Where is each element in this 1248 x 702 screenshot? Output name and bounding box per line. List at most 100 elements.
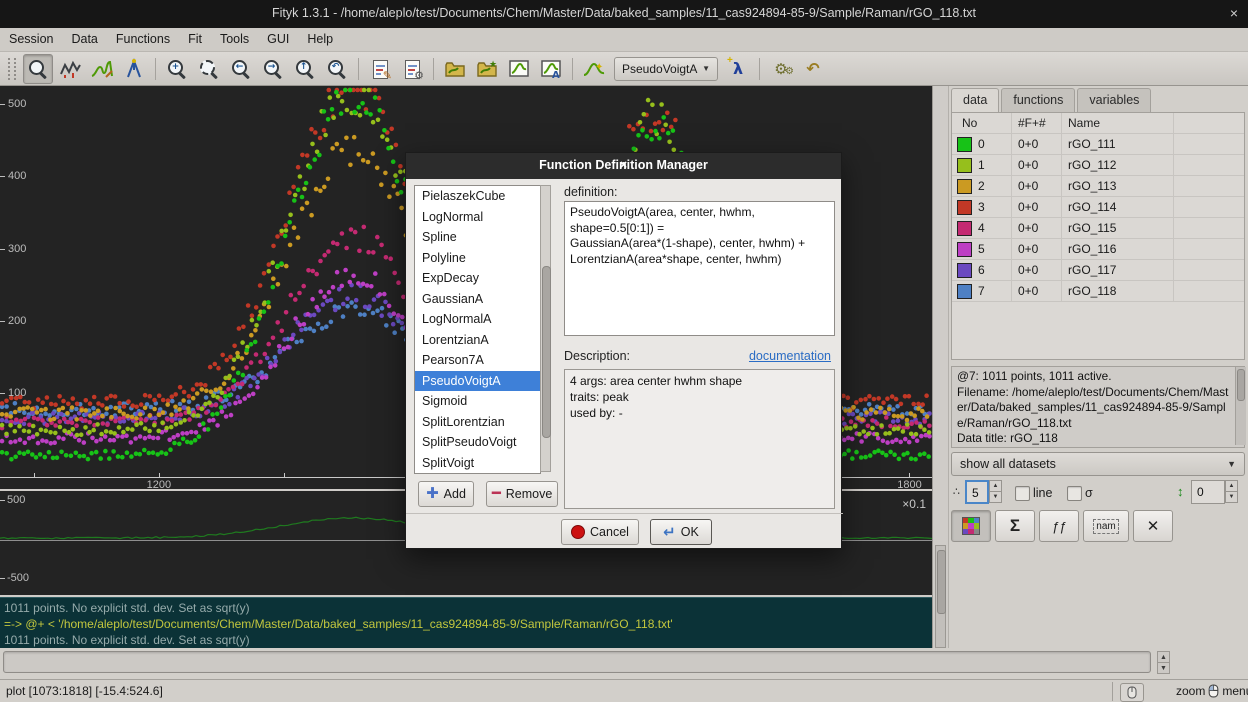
zoom-in-button[interactable]: + <box>162 54 192 84</box>
auto-add-peak-button[interactable]: λ+ <box>723 54 753 84</box>
function-list-item[interactable]: Spline <box>415 227 540 248</box>
menu-gui[interactable]: GUI <box>258 28 298 46</box>
delete-dataset-button[interactable]: ✕ <box>1133 510 1173 542</box>
undo-fit-button[interactable]: ↶ <box>798 54 828 84</box>
line-checkbox[interactable] <box>1015 486 1030 501</box>
data-range-mode-button[interactable] <box>55 54 85 84</box>
function-list-item[interactable]: ExpDecay <box>415 268 540 289</box>
table-row[interactable]: 70+0rGO_118 <box>952 281 1244 302</box>
column-header[interactable]: #F+# <box>1012 113 1062 133</box>
column-header[interactable]: No <box>952 113 1012 133</box>
table-row[interactable]: 20+0rGO_113 <box>952 176 1244 197</box>
function-list-item[interactable]: SplitVoigt <box>415 453 540 474</box>
function-type-list[interactable]: PielaszekCubeLogNormalSplinePolylineExpD… <box>414 185 541 474</box>
tab-data[interactable]: data <box>951 88 999 112</box>
open-data-button[interactable] <box>440 54 470 84</box>
zoom-mode-button[interactable] <box>23 54 53 84</box>
zoom-previous-button[interactable]: ↶ <box>322 54 352 84</box>
shift-spin-buttons[interactable]: ▲▼ <box>1225 480 1238 504</box>
aux-tick-label: 500 <box>7 494 25 506</box>
table-row[interactable]: 30+0rGO_114 <box>952 197 1244 218</box>
sum-datasets-button[interactable]: Σ <box>995 510 1035 542</box>
edit-data-button[interactable] <box>504 54 534 84</box>
function-list-item[interactable]: Pearson7A <box>415 350 540 371</box>
dataset-color-swatch[interactable] <box>957 263 972 278</box>
function-list-item[interactable]: SplitPseudoVoigt <box>415 432 540 453</box>
function-list-item[interactable]: LorentzianA <box>415 330 540 351</box>
peak-draw-mode-button[interactable] <box>119 54 149 84</box>
scrollbar-thumb[interactable] <box>937 550 946 614</box>
tab-functions[interactable]: functions <box>1001 88 1075 112</box>
dataset-color-swatch[interactable] <box>957 284 972 299</box>
command-history-down-button[interactable]: ▼ <box>1157 662 1170 674</box>
menu-fit[interactable]: Fit <box>179 28 211 46</box>
y-tick <box>0 249 5 250</box>
mouse-config-button[interactable] <box>1120 683 1144 702</box>
dataset-color-swatch[interactable] <box>957 242 972 257</box>
function-list-item[interactable]: Sigmoid <box>415 391 540 412</box>
point-size-spin-buttons[interactable]: ▲▼ <box>989 480 1002 504</box>
shift-spinner[interactable]: 0 <box>1191 480 1225 504</box>
dataset-color-swatch[interactable] <box>957 221 972 236</box>
table-row[interactable]: 60+0rGO_117 <box>952 260 1244 281</box>
dataset-color-swatch[interactable] <box>957 200 972 215</box>
definition-textarea[interactable]: PseudoVoigtA(area, center, hwhm, shape=0… <box>564 201 835 336</box>
remove-function-button[interactable]: ━ Remove <box>486 481 558 507</box>
dataset-color-swatch[interactable] <box>957 137 972 152</box>
dataset-colors-button[interactable] <box>951 510 991 542</box>
cancel-button[interactable]: Cancel <box>561 519 639 545</box>
console-scrollbar[interactable] <box>935 545 946 648</box>
documentation-link[interactable]: documentation <box>749 349 831 363</box>
table-row[interactable]: 50+0rGO_116 <box>952 239 1244 260</box>
open-data-merge-button[interactable]: ★ <box>472 54 502 84</box>
run-script-button[interactable]: ⚙ <box>397 54 427 84</box>
edit-log-button[interactable]: ✎ <box>365 54 395 84</box>
function-list-item[interactable]: PielaszekCube <box>415 186 540 207</box>
copy-functions-button[interactable]: ƒƒ <box>1039 510 1079 542</box>
output-console[interactable]: 1011 points. No explicit std. dev. Set a… <box>0 597 932 648</box>
background-mode-button[interactable] <box>87 54 117 84</box>
table-row[interactable]: 00+0rGO_111 <box>952 134 1244 155</box>
menu-functions[interactable]: Functions <box>107 28 179 46</box>
function-list-scrollbar[interactable] <box>540 185 551 472</box>
data-transform-button[interactable]: ✦ <box>579 54 609 84</box>
menu-data[interactable]: Data <box>62 28 106 46</box>
point-size-spinner[interactable]: 5 <box>965 480 989 504</box>
tab-variables[interactable]: variables <box>1077 88 1151 112</box>
function-list-scrollbar-thumb[interactable] <box>542 266 551 438</box>
function-list-item[interactable]: GaussianA <box>415 289 540 310</box>
table-row[interactable]: 40+0rGO_115 <box>952 218 1244 239</box>
sigma-checkbox[interactable] <box>1067 486 1082 501</box>
menu-help[interactable]: Help <box>298 28 342 46</box>
ok-button[interactable]: ↵ OK <box>650 519 712 545</box>
dataset-color-swatch[interactable] <box>957 179 972 194</box>
add-function-button[interactable]: ✚ Add <box>418 481 474 507</box>
dropdown-arrow-icon: ▼ <box>1227 453 1236 475</box>
command-input[interactable] <box>3 651 1151 673</box>
zoom-up-button[interactable]: ↑ <box>290 54 320 84</box>
dataset-table[interactable]: No#F+#Name00+0rGO_11110+0rGO_11220+0rGO_… <box>951 112 1245 360</box>
rename-dataset-button[interactable]: nam <box>1083 510 1129 542</box>
function-list-item[interactable]: LogNormalA <box>415 309 540 330</box>
info-scrollbar[interactable] <box>1235 367 1246 445</box>
dataset-color-swatch[interactable] <box>957 158 972 173</box>
function-list-item[interactable]: Polyline <box>415 248 540 269</box>
function-list-item[interactable]: PseudoVoigtA <box>415 371 540 392</box>
function-type-combobox[interactable]: PseudoVoigtA▼ <box>614 57 718 81</box>
column-header[interactable]: Name <box>1062 113 1174 133</box>
dataset-number: 2 <box>978 176 985 196</box>
window-close-button[interactable]: × <box>1230 5 1238 21</box>
dialog-close-button[interactable]: × <box>406 158 841 172</box>
zoom-left-button[interactable]: ← <box>226 54 256 84</box>
save-data-button[interactable]: A <box>536 54 566 84</box>
menu-tools[interactable]: Tools <box>211 28 258 46</box>
function-list-item[interactable]: SplitLorentzian <box>415 412 540 433</box>
info-scrollbar-thumb[interactable] <box>1237 369 1245 401</box>
table-row[interactable]: 10+0rGO_112 <box>952 155 1244 176</box>
menu-session[interactable]: Session <box>0 28 62 46</box>
zoom-right-button[interactable]: → <box>258 54 288 84</box>
function-list-item[interactable]: LogNormal <box>415 207 540 228</box>
fit-button[interactable]: ⚙⚙ <box>766 54 796 84</box>
dataset-filter-dropdown[interactable]: show all datasets ▼ <box>951 452 1245 476</box>
zoom-all-button[interactable] <box>194 54 224 84</box>
